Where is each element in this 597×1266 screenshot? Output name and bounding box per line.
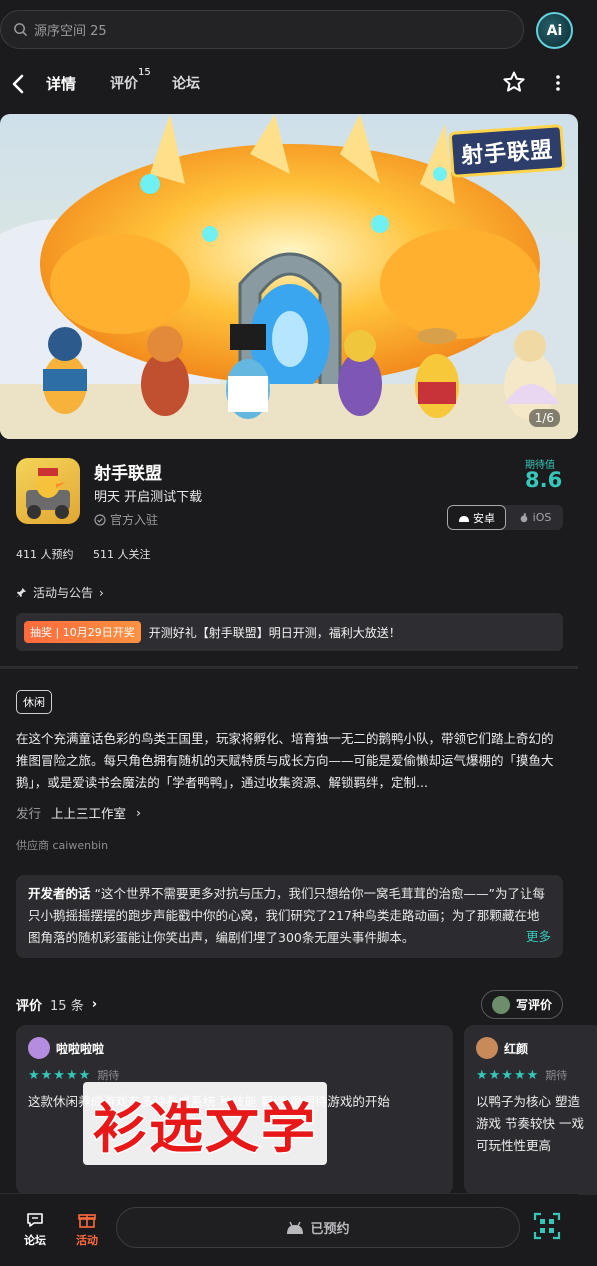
developer-note-more[interactable]: 更多 [517,926,551,948]
review-text: 以鸭子为核心 塑造游戏 节奏较快 一戏可玩性性更高 [476,1094,584,1153]
promo-banner[interactable]: 抽奖 | 10月29日开奖 开测好礼【射手联盟】明日开测，福利大放送！ [16,613,563,651]
back-arrow-icon[interactable] [8,70,30,98]
write-review-label: 写评价 [515,998,552,1012]
activities-announcements-link[interactable]: 活动与公告 › [16,584,104,601]
platform-android[interactable]: 安卓 [447,505,506,530]
reserved-label: 已预约 [310,1222,350,1237]
android-icon [459,515,469,522]
developer-note-text: “这个世界不需要更多对抗与压力，我们只想给你一窝毛茸茸的治愈——”为了让每只小鹅… [28,886,545,945]
tab-forum[interactable]: 论坛 [172,73,200,93]
user-avatar [491,995,510,1014]
official-badge: 官方入驻 [94,511,158,528]
platform-android-label: 安卓 [473,511,495,525]
chat-icon [27,1213,43,1227]
bottom-forum-button[interactable]: 论坛 [24,1210,46,1248]
avatar [476,1037,498,1059]
publisher-label: 发行 [16,806,42,821]
supplier-info: 供应商 caiwenbin [16,839,109,852]
reviewer-name: 红颜 [504,1041,529,1056]
nav-bar: 详情 评价 15 论坛 [0,64,597,104]
genre-tag[interactable]: 休闲 [16,690,52,714]
bottom-activity-button[interactable]: 活动 [76,1210,98,1248]
ai-assistant-button[interactable]: Ai [536,12,573,49]
review-tag: 期待 [545,1069,568,1082]
hero-banner[interactable]: 射手联盟 1/6 [0,114,578,439]
chevron-right-icon: › [136,805,142,820]
write-review-button[interactable]: 写评价 [481,990,563,1019]
tab-detail[interactable]: 详情 [46,73,77,96]
gift-icon [78,1214,96,1228]
platform-ios[interactable]: iOS [506,505,563,530]
reviewer: 啦啦啦啦 [28,1037,441,1059]
lottery-tag: 抽奖 | 10月29日开奖 [24,621,141,643]
game-app-icon [16,458,80,524]
promo-text: 开测好礼【射手联盟】明日开测，福利大放送！ [148,625,401,640]
pin-icon [16,587,27,598]
watermark-overlay: 衫选文学 [83,1082,327,1165]
platform-ios-label: iOS [532,511,552,524]
reviewer-name: 啦啦啦啦 [56,1041,105,1056]
chevron-right-icon: › [91,997,98,1012]
bottom-forum-label: 论坛 [24,1234,46,1247]
android-icon [287,1221,304,1234]
reviews-title: 评价 [16,999,43,1014]
game-description[interactable]: 在这个充满童话色彩的鸟类王国里，玩家将孵化、培育独一无二的鹅鸭小队，带领它们踏上… [16,728,556,794]
chevron-right-icon: › [99,585,104,600]
bottom-action-bar: 论坛 活动 已预约 [0,1193,578,1266]
official-label: 官方入驻 [110,513,159,527]
hero-image-counter: 1/6 [528,409,560,427]
apple-icon [520,512,527,522]
more-vertical-icon[interactable] [551,72,565,94]
developer-note-card[interactable]: 开发者的话 “这个世界不需要更多对抗与压力，我们只想给你一窝毛茸茸的治愈——”为… [16,875,563,958]
star-rating: ★★★★★ [28,1067,92,1083]
verified-icon [94,513,106,526]
game-title: 射手联盟 [94,464,162,484]
search-bar[interactable]: 源序空间 25 [0,10,524,49]
section-divider [0,666,578,669]
reservation-count: 411 人预约 [16,548,74,561]
publisher-row[interactable]: 发行 上上三工作室 › [16,803,141,822]
reviews-count: 15 条 [50,999,84,1014]
reserved-button[interactable]: 已预约 [116,1207,520,1248]
game-stats: 411 人预约 511 人关注 [16,546,151,562]
game-test-schedule: 明天 开启测试下载 [94,490,203,505]
search-icon [14,23,28,37]
announce-link-label: 活动与公告 [33,586,94,600]
review-rating: ★★★★★ 期待 [28,1067,441,1083]
reviewer: 红颜 [476,1037,592,1059]
avatar [28,1037,50,1059]
search-placeholder: 源序空间 25 [34,24,107,39]
rating-value: 8.6 [525,468,563,492]
review-rating: ★★★★★ 期待 [476,1067,592,1083]
bottom-activity-label: 活动 [76,1234,98,1247]
publisher-name: 上上三工作室 [51,806,127,821]
platform-toggle: 安卓 iOS [447,505,563,530]
review-card[interactable]: 红颜 ★★★★★ 期待 以鸭子为核心 塑造游戏 节奏较快 一戏可玩性性更高 [464,1025,597,1195]
review-tag: 期待 [97,1069,120,1082]
star-rating: ★★★★★ [476,1067,540,1083]
developer-note-label: 开发者的话 [28,886,91,901]
star-icon[interactable] [502,70,526,94]
reviews-header[interactable]: 评价 15 条 › [16,995,97,1014]
follower-count: 511 人关注 [93,548,151,561]
tab-reviews[interactable]: 评价 [110,73,138,93]
qr-scan-icon[interactable] [533,1212,561,1240]
tab-reviews-count: 15 [138,67,151,78]
hero-game-logo: 射手联盟 [448,124,566,178]
